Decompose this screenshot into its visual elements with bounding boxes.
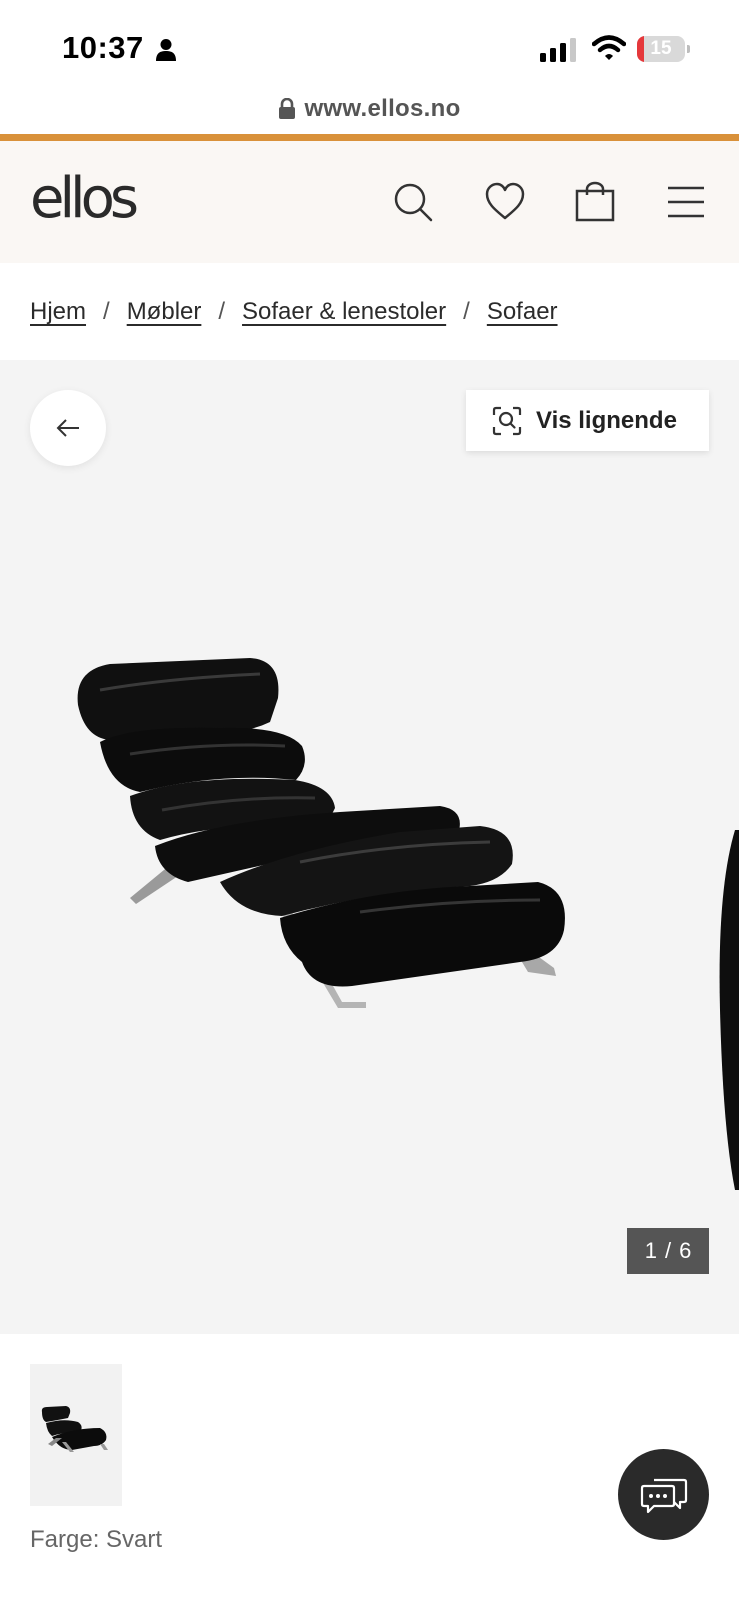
- breadcrumb-item-hjem[interactable]: Hjem: [30, 298, 86, 326]
- arrow-left-icon: [56, 419, 79, 437]
- breadcrumb-separator: /: [463, 297, 470, 325]
- person-icon: [156, 39, 176, 61]
- lock-icon: [279, 98, 296, 119]
- signal-icon: [540, 38, 576, 62]
- breadcrumb-item-sofaer[interactable]: Sofaer: [487, 298, 558, 326]
- image-counter-separator: /: [664, 1238, 672, 1263]
- color-variant-thumbnail[interactable]: [30, 1364, 122, 1506]
- heart-icon[interactable]: [484, 181, 526, 223]
- color-label: Farge: Svart: [30, 1526, 163, 1553]
- battery-icon: 15: [637, 36, 690, 62]
- breadcrumb-separator: /: [103, 297, 110, 325]
- address-bar[interactable]: www.ellos.no: [0, 95, 739, 135]
- menu-icon[interactable]: [665, 181, 707, 223]
- product-image[interactable]: [70, 650, 590, 1030]
- thumbnail-image: [41, 1406, 108, 1452]
- status-time: 10:37: [62, 30, 144, 65]
- next-image-preview: [719, 830, 739, 1190]
- back-button[interactable]: [30, 390, 106, 466]
- search-icon[interactable]: [392, 181, 434, 223]
- shopping-bag-icon[interactable]: [574, 181, 616, 223]
- image-counter: 1 / 6: [627, 1228, 709, 1274]
- status-bar: 10:37 15: [0, 0, 739, 95]
- chat-button[interactable]: [618, 1449, 709, 1540]
- breadcrumb-separator: /: [218, 297, 226, 325]
- product-image-gallery[interactable]: Vis lignende 1 / 6: [0, 360, 739, 1334]
- breadcrumb-item-sofaer-lenestoler[interactable]: Sofaer & lenestoler: [242, 298, 446, 326]
- show-similar-button[interactable]: Vis lignende: [466, 390, 709, 451]
- chat-icon: [640, 1478, 687, 1513]
- wifi-icon: [592, 35, 626, 60]
- breadcrumb: Hjem / Møbler / Sofaer & lenestoler / So…: [0, 263, 739, 360]
- url-text: www.ellos.no: [304, 95, 461, 122]
- site-header: ellos: [0, 141, 739, 263]
- battery-percent: 15: [650, 38, 672, 59]
- visual-search-icon: [492, 406, 522, 435]
- accent-divider: [0, 134, 739, 141]
- image-counter-total: 6: [679, 1238, 692, 1263]
- image-counter-current: 1: [644, 1238, 657, 1263]
- show-similar-label: Vis lignende: [536, 406, 677, 434]
- breadcrumb-item-mobler[interactable]: Møbler: [127, 298, 202, 326]
- ellos-logo[interactable]: ellos: [30, 166, 139, 231]
